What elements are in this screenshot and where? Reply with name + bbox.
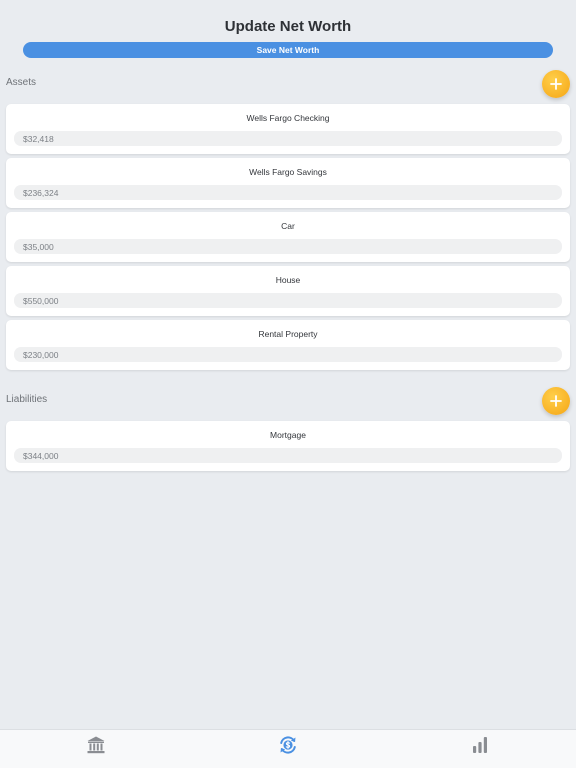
liabilities-section-header: Liabilities xyxy=(0,387,576,415)
plus-icon xyxy=(550,395,562,407)
app-root: Update Net Worth Save Net Worth Assets W… xyxy=(0,0,576,768)
tab-bar xyxy=(0,729,576,768)
asset-value-field[interactable]: $550,000 xyxy=(14,293,562,308)
asset-value-field[interactable]: $32,418 xyxy=(14,131,562,146)
save-net-worth-button[interactable]: Save Net Worth xyxy=(23,42,553,58)
assets-section-label: Assets xyxy=(6,77,37,88)
liability-name: Mortgage xyxy=(270,430,306,440)
add-liability-button[interactable] xyxy=(542,387,570,415)
assets-section-header: Assets xyxy=(0,70,576,98)
liability-card[interactable]: Mortgage $344,000 xyxy=(6,421,570,471)
liability-value-field[interactable]: $344,000 xyxy=(14,448,562,463)
asset-value-field[interactable]: $230,000 xyxy=(14,347,562,362)
tab-accounts[interactable] xyxy=(85,734,107,756)
asset-card[interactable]: Wells Fargo Checking $32,418 xyxy=(6,104,570,154)
asset-name: Rental Property xyxy=(258,329,318,339)
assets-list: Wells Fargo Checking $32,418 Wells Fargo… xyxy=(6,104,570,374)
asset-name: Wells Fargo Checking xyxy=(246,113,330,123)
page-title: Update Net Worth xyxy=(224,18,352,35)
asset-card[interactable]: Car $35,000 xyxy=(6,212,570,262)
asset-card[interactable]: Wells Fargo Savings $236,324 xyxy=(6,158,570,208)
asset-name: House xyxy=(275,275,301,285)
asset-value-field[interactable]: $236,324 xyxy=(14,185,562,200)
bank-icon xyxy=(87,736,105,754)
add-asset-button[interactable] xyxy=(542,70,570,98)
tab-chart[interactable] xyxy=(469,734,491,756)
asset-value-field[interactable]: $35,000 xyxy=(14,239,562,254)
liabilities-list: Mortgage $344,000 xyxy=(6,421,570,475)
plus-icon xyxy=(550,78,562,90)
asset-name: Wells Fargo Savings xyxy=(249,167,327,177)
tab-update-net-worth[interactable] xyxy=(277,734,299,756)
asset-card[interactable]: Rental Property $230,000 xyxy=(6,320,570,370)
bar-chart-icon xyxy=(473,737,487,753)
liabilities-section-label: Liabilities xyxy=(6,394,48,405)
asset-name: Car xyxy=(281,221,295,231)
asset-card[interactable]: House $550,000 xyxy=(6,266,570,316)
dollar-sync-icon xyxy=(280,736,296,754)
